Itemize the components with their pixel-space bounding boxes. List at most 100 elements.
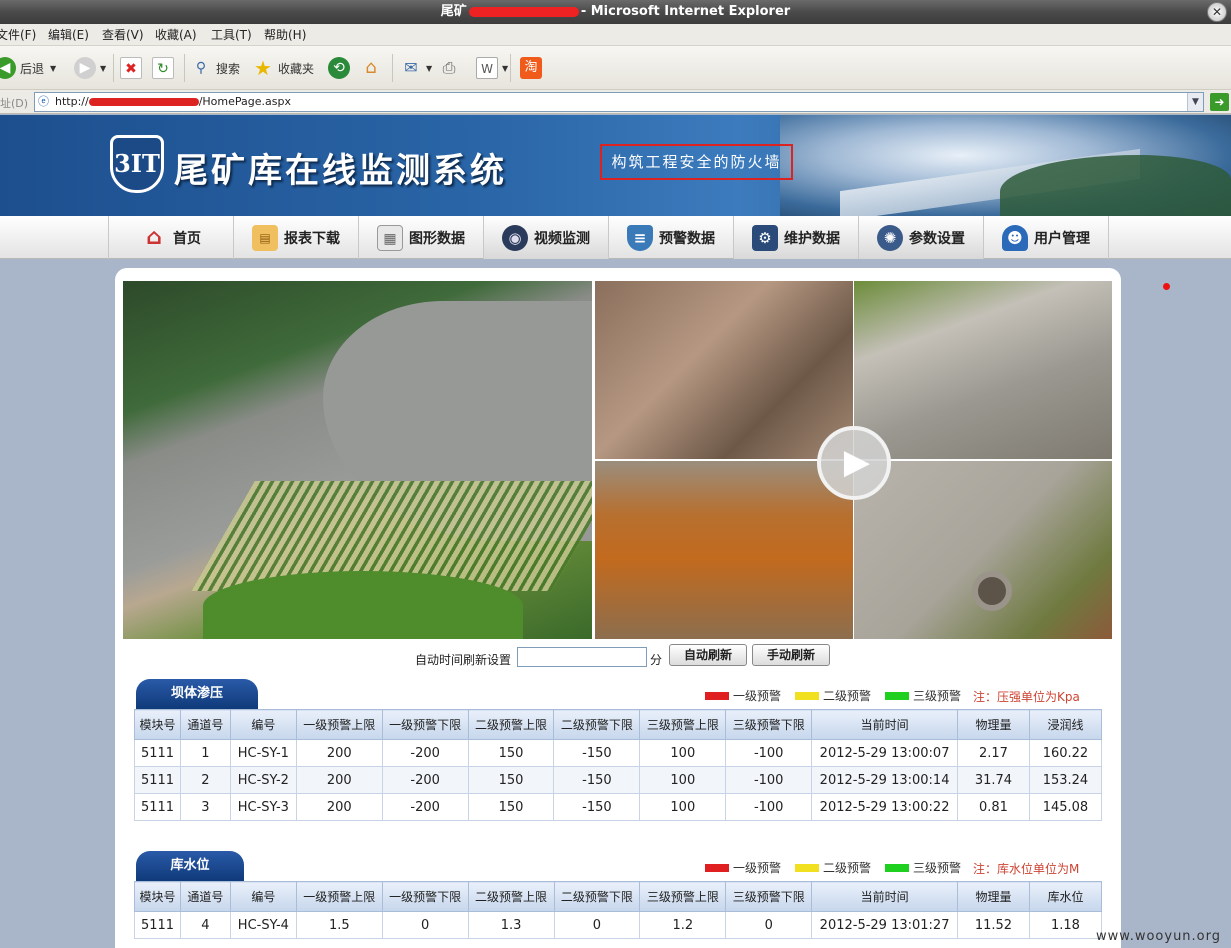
menu-tools[interactable]: 工具(T) bbox=[211, 24, 252, 46]
stop-button[interactable]: ✖ bbox=[120, 54, 146, 82]
table-cell: 2012-5-29 13:00:07 bbox=[811, 739, 958, 767]
table-row: 5111 1 HC-SY-1 200 -200 150 -150 100 -100 2012-5-… bbox=[134, 739, 1103, 767]
table-cell: -100 bbox=[725, 766, 813, 794]
menu-view[interactable]: 查看(V) bbox=[102, 24, 144, 46]
seepage-table: 模块号 通道号 编号 一级预警上限 一级预警下限 二级预警上限 二级预警下限 三级预警上限 三级… bbox=[134, 709, 1103, 821]
level3-swatch bbox=[885, 863, 910, 872]
favorites-button[interactable]: ★ 收藏夹 bbox=[252, 54, 314, 82]
table-row: 5111 3 HC-SY-3 200 -200 150 -150 100 -100 2012-5-… bbox=[134, 793, 1103, 821]
nav-user-management[interactable]: ☻ 用户管理 bbox=[984, 216, 1109, 259]
table-cell: 0 bbox=[553, 911, 641, 939]
nav-parameter-settings[interactable]: ✺ 参数设置 bbox=[859, 216, 984, 259]
column-header: 浸润线 bbox=[1028, 709, 1103, 740]
table-cell: 1.5 bbox=[295, 911, 383, 939]
nav-label: 图形数据 bbox=[409, 230, 465, 247]
menu-bar: 文件(F) 编辑(E) 查看(V) 收藏(A) 工具(T) 帮助(H) bbox=[0, 24, 1231, 46]
nav-home[interactable]: ⌂ 首页 bbox=[109, 216, 234, 259]
toolbar-separator bbox=[184, 54, 185, 82]
window-close-icon[interactable]: ✕ bbox=[1207, 2, 1227, 22]
earthwork-photo[interactable] bbox=[854, 281, 1112, 459]
table-cell: 31.74 bbox=[957, 766, 1030, 794]
column-header: 物理量 bbox=[957, 881, 1030, 912]
forward-button[interactable]: ▶ ▼ bbox=[74, 54, 106, 82]
nav-maintenance-data[interactable]: ⚙ 维护数据 bbox=[734, 216, 859, 259]
nav-warning-data[interactable]: ≡ 预警数据 bbox=[609, 216, 734, 259]
menu-favorites[interactable]: 收藏(A) bbox=[155, 24, 197, 46]
drain-pipe bbox=[972, 571, 1012, 611]
nav-video-monitor[interactable]: ◉ 视频监测 bbox=[484, 216, 609, 259]
address-url-prefix: http:// bbox=[55, 95, 89, 108]
menu-file[interactable]: 文件(F) bbox=[0, 24, 36, 46]
warning-legend: 一级预警 二级预警 三级预警 bbox=[705, 859, 961, 876]
manual-refresh-button[interactable]: 手动刷新 bbox=[752, 644, 830, 666]
drainage-channel-photo[interactable] bbox=[854, 461, 1112, 639]
column-header: 当前时间 bbox=[811, 881, 958, 912]
table-cell: 2.17 bbox=[957, 739, 1030, 767]
table-cell: -200 bbox=[381, 766, 469, 794]
edit-button[interactable]: W ▼ bbox=[476, 54, 508, 82]
table-cell: 0 bbox=[381, 911, 469, 939]
level2-swatch bbox=[795, 691, 820, 700]
nav-label: 视频监测 bbox=[534, 230, 590, 247]
table-header-row: 模块号 通道号 编号 一级预警上限 一级预警下限 二级预警上限 二级预警下限 三级预警上限 三级… bbox=[134, 881, 1103, 912]
home-button[interactable]: ⌂ bbox=[360, 54, 386, 82]
back-label: 后退 bbox=[20, 61, 45, 76]
refresh-page-button[interactable]: ↻ bbox=[152, 54, 178, 82]
auto-refresh-button[interactable]: 自动刷新 bbox=[669, 644, 747, 666]
ie-page-icon: ⓔ bbox=[38, 95, 49, 108]
column-header: 二级预警下限 bbox=[553, 881, 641, 912]
refresh-interval-input[interactable] bbox=[517, 647, 647, 667]
mail-icon: ✉ bbox=[404, 58, 418, 77]
address-input[interactable]: ⓔ http:// /HomePage.aspx ▼ bbox=[34, 92, 1204, 112]
column-header: 二级预警上限 bbox=[467, 881, 555, 912]
table-cell: 11.52 bbox=[957, 911, 1030, 939]
toolbar-separator bbox=[392, 54, 393, 82]
seepage-tab[interactable]: 坝体渗压 bbox=[136, 679, 258, 709]
table-header-row: 模块号 通道号 编号 一级预警上限 一级预警下限 二级预警上限 二级预警下限 三级预警上限 三级… bbox=[134, 709, 1103, 740]
play-video-icon[interactable]: ▶ bbox=[817, 426, 891, 500]
nav-graph-data[interactable]: ▦ 图形数据 bbox=[359, 216, 484, 259]
column-header: 三级预警下限 bbox=[725, 709, 813, 740]
taobao-button[interactable]: 淘 bbox=[520, 54, 546, 82]
rockfall-photo[interactable] bbox=[595, 281, 853, 459]
column-header: 一级预警下限 bbox=[381, 881, 469, 912]
table-cell: HC-SY-1 bbox=[229, 739, 297, 767]
warning-legend: 一级预警 二级预警 三级预警 bbox=[705, 687, 961, 704]
stop-icon: ✖ bbox=[120, 57, 142, 79]
table-cell: 1.2 bbox=[639, 911, 727, 939]
history-button[interactable]: ⟲ bbox=[328, 54, 354, 82]
column-header: 三级预警上限 bbox=[639, 709, 727, 740]
menu-help[interactable]: 帮助(H) bbox=[264, 24, 306, 46]
water-level-tab[interactable]: 库水位 bbox=[136, 851, 244, 881]
search-button[interactable]: ⚲ 搜索 bbox=[190, 54, 240, 82]
print-button[interactable]: ⎙ bbox=[438, 54, 464, 82]
legend-level3: 三级预警 bbox=[913, 861, 962, 875]
nav-label: 报表下载 bbox=[284, 230, 340, 247]
tailings-runoff-photo[interactable] bbox=[595, 461, 853, 639]
table-cell: -150 bbox=[553, 793, 641, 821]
go-button[interactable]: ➜ bbox=[1210, 93, 1229, 111]
table-cell: 0 bbox=[725, 911, 813, 939]
nav-report-download[interactable]: ▤ 报表下载 bbox=[234, 216, 359, 259]
star-icon: ★ bbox=[254, 56, 272, 80]
back-button[interactable]: ◀ 后退 ▼ bbox=[0, 54, 56, 82]
favorites-label: 收藏夹 bbox=[278, 61, 315, 76]
toolbar-separator bbox=[113, 54, 114, 82]
table-cell: 200 bbox=[295, 766, 383, 794]
table-cell: 2012-5-29 13:00:22 bbox=[811, 793, 958, 821]
table-row: 5111 4 HC-SY-4 1.5 0 1.3 0 1.2 0 2012-5-29 13:01:… bbox=[134, 911, 1103, 939]
table-cell: 1.18 bbox=[1028, 911, 1103, 939]
column-header: 编号 bbox=[229, 881, 297, 912]
mail-button[interactable]: ✉ ▼ bbox=[400, 54, 432, 82]
table-cell: -100 bbox=[725, 793, 813, 821]
column-header: 三级预警下限 bbox=[725, 881, 813, 912]
table-cell: 150 bbox=[467, 766, 555, 794]
legend-level2: 二级预警 bbox=[823, 689, 872, 703]
chevron-down-icon: ▼ bbox=[50, 63, 57, 73]
address-label: 址(D) bbox=[0, 97, 29, 110]
table-cell: 2012-5-29 13:00:14 bbox=[811, 766, 958, 794]
column-header: 编号 bbox=[229, 709, 297, 740]
table-cell: 5111 bbox=[134, 793, 181, 821]
chevron-down-icon[interactable]: ▼ bbox=[1187, 93, 1203, 111]
menu-edit[interactable]: 编辑(E) bbox=[48, 24, 89, 46]
